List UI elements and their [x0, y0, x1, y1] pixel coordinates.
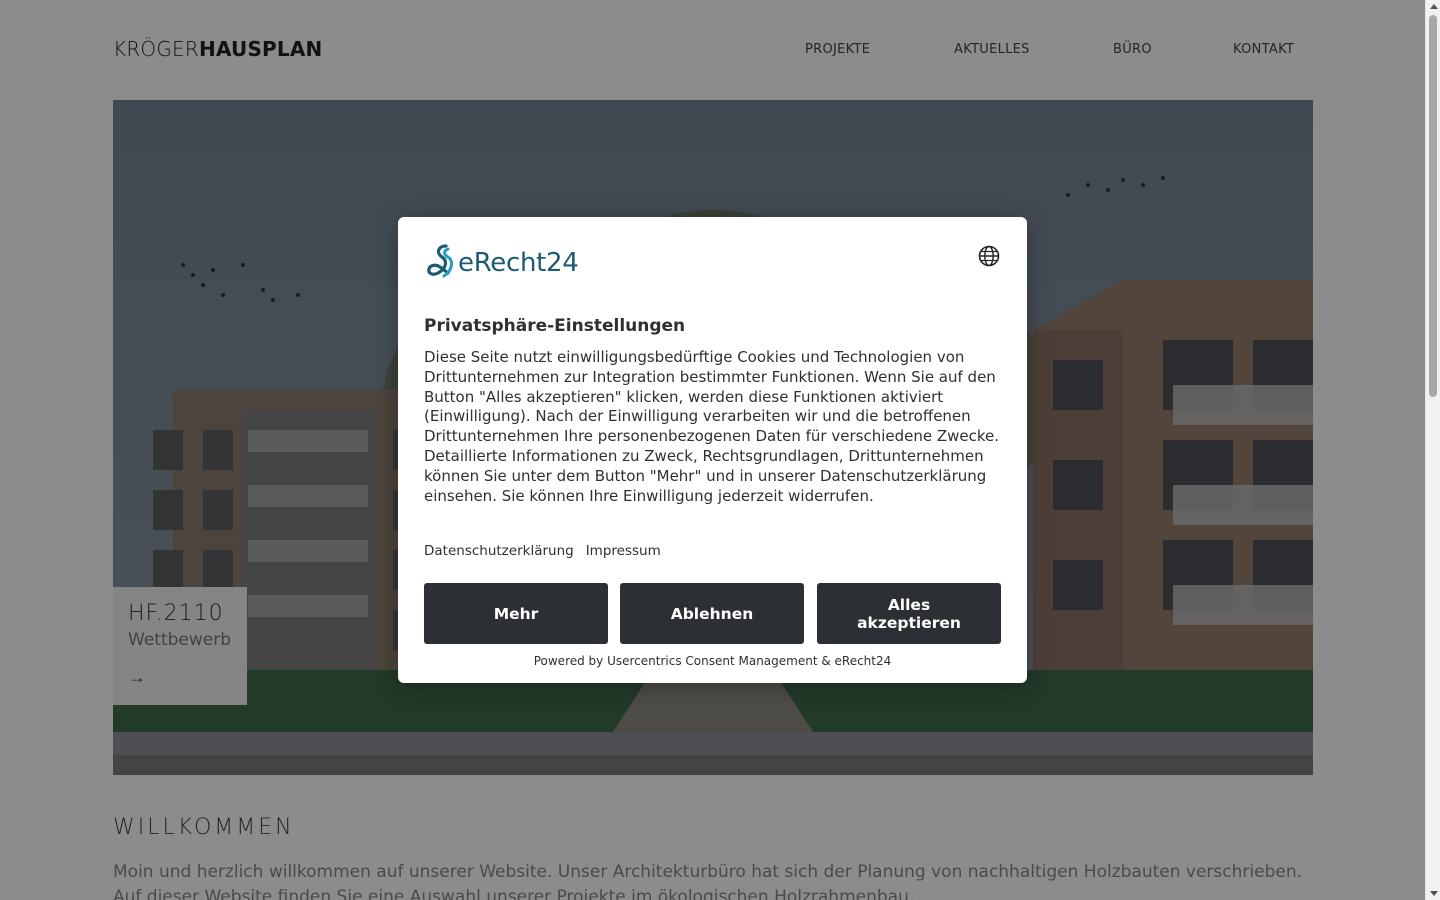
globe-icon[interactable] — [978, 245, 1000, 267]
consent-brand-logo: eRecht24 — [424, 243, 579, 283]
consent-links: Datenschutzerklärung Impressum — [424, 543, 661, 559]
brand-name: eRecht24 — [458, 248, 579, 278]
consent-dialog: eRecht24 Privatsphäre-Einstellungen Dies… — [398, 217, 1027, 683]
more-button[interactable]: Mehr — [424, 583, 608, 644]
powered-by-text: Powered by Usercentrics Consent Manageme… — [533, 654, 892, 668]
page-scrollbar[interactable] — [1425, 0, 1440, 900]
consent-body: Diese Seite nutzt einwilligungsbedürftig… — [424, 348, 1000, 505]
accept-all-button[interactable]: Alles akzeptieren — [817, 583, 1001, 644]
scroll-up-arrow-icon[interactable] — [1430, 4, 1438, 9]
reject-button[interactable]: Ablehnen — [620, 583, 804, 644]
privacy-policy-link[interactable]: Datenschutzerklärung — [424, 543, 574, 559]
erecht24-logo-icon — [427, 244, 453, 278]
scroll-down-arrow-icon[interactable] — [1430, 891, 1438, 896]
consent-title: Privatsphäre-Einstellungen — [424, 316, 686, 336]
imprint-link[interactable]: Impressum — [586, 543, 661, 559]
scrollbar-thumb[interactable] — [1429, 15, 1437, 397]
